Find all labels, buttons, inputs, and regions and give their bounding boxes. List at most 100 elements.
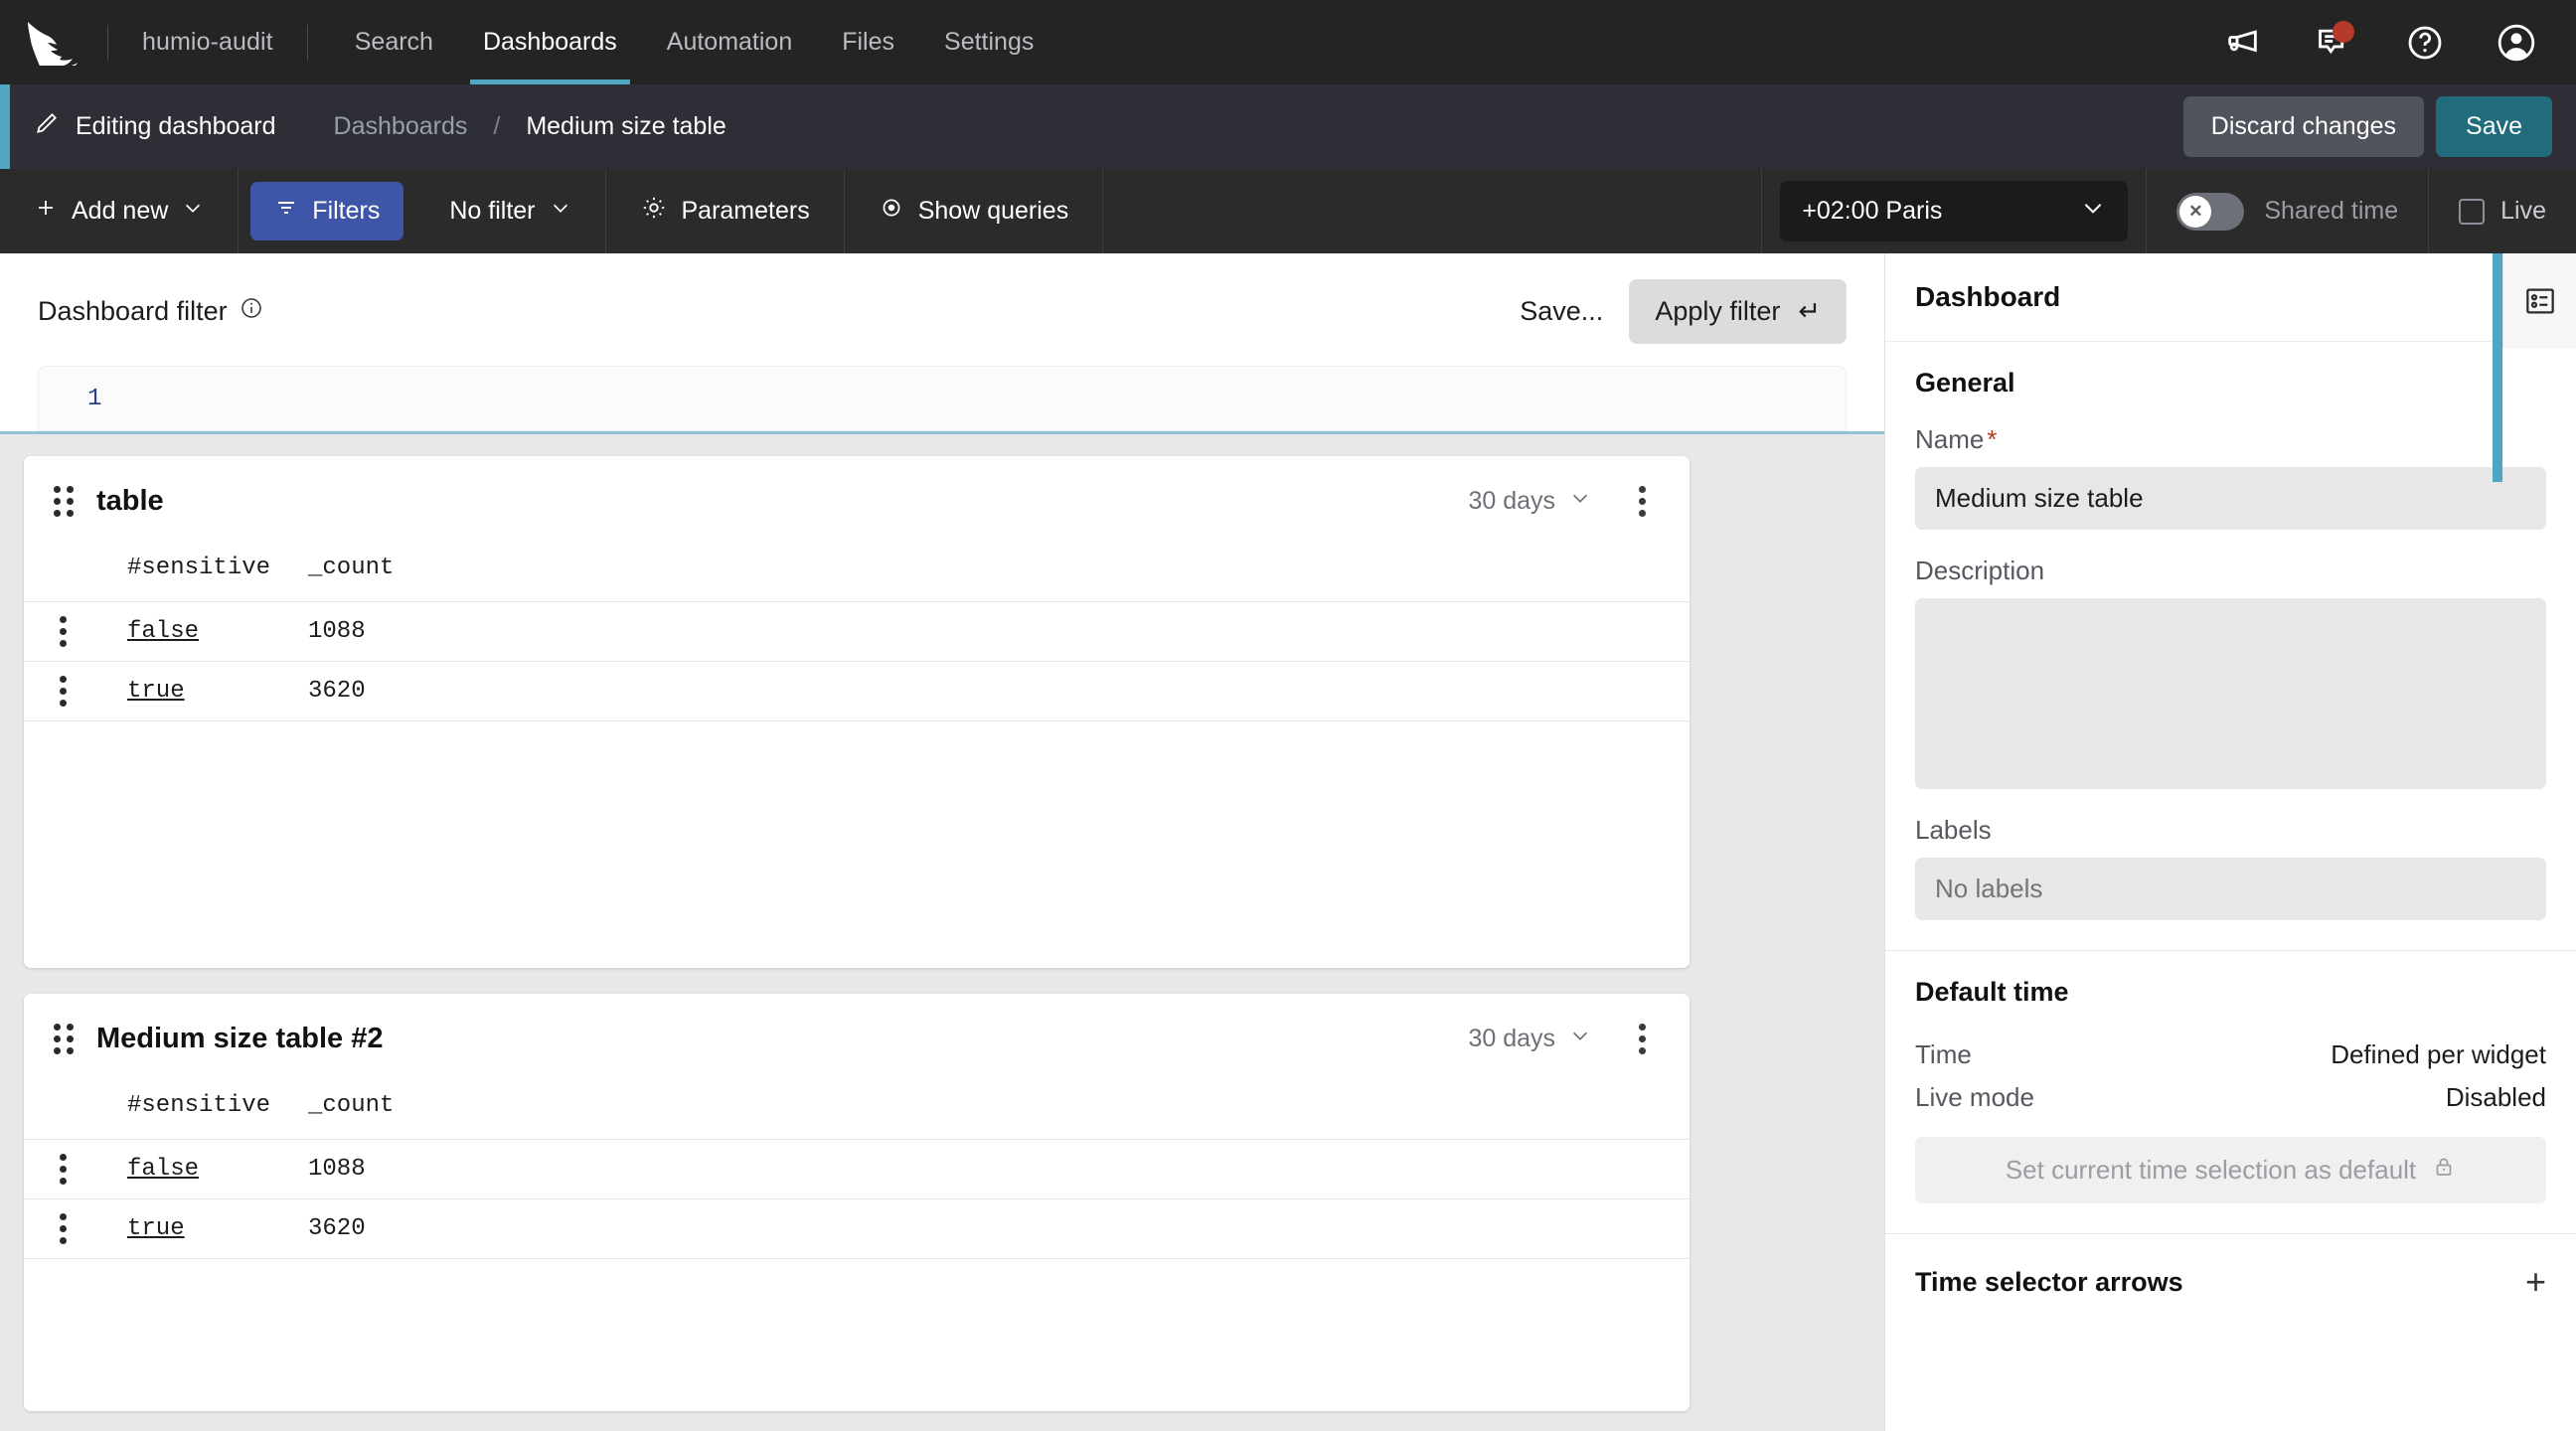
widget-menu-button[interactable] xyxy=(1631,482,1654,521)
widget-time-range-select[interactable]: 30 days xyxy=(1468,1025,1591,1053)
nav-item-search[interactable]: Search xyxy=(330,0,458,84)
show-queries-label: Show queries xyxy=(917,197,1069,225)
dashboard-description-input[interactable] xyxy=(1915,598,2546,789)
nav-item-settings[interactable]: Settings xyxy=(919,0,1058,84)
parameters-button[interactable]: Parameters xyxy=(606,169,845,253)
list-panel-icon[interactable] xyxy=(2502,253,2576,349)
row-cell-count: 3620 xyxy=(308,661,1690,721)
set-default-time-button[interactable]: Set current time selection as default xyxy=(1915,1137,2546,1203)
drag-handle-icon[interactable] xyxy=(54,486,75,517)
dashboard-name-input[interactable] xyxy=(1915,467,2546,530)
chevron-down-icon xyxy=(1569,1025,1591,1053)
breadcrumb-dashboards[interactable]: Dashboards xyxy=(334,112,468,141)
timezone-select[interactable]: +02:00 Paris xyxy=(1780,181,2129,241)
megaphone-icon[interactable] xyxy=(2220,21,2264,65)
table-header-menu xyxy=(24,1080,109,1140)
dashboard-filter-actions: Save... Apply filter ↵ xyxy=(1520,279,1847,344)
time-selector-arrows-section[interactable]: Time selector arrows + xyxy=(1885,1234,2576,1330)
timezone-group: +02:00 Paris xyxy=(1762,169,2148,253)
filter-selector[interactable]: No filter xyxy=(415,197,604,226)
widget-menu-button[interactable] xyxy=(1631,1020,1654,1058)
dashboard-filter-panel: Dashboard filter Save... Apply filter ↵ xyxy=(0,253,1884,434)
filter-query-editor[interactable]: 1 xyxy=(38,366,1847,431)
shared-time-toggle[interactable]: ✕ xyxy=(2176,192,2245,231)
cell-value-link[interactable]: true xyxy=(127,1215,185,1242)
editing-status-label: Editing dashboard xyxy=(76,112,276,140)
breadcrumb-current: Medium size table xyxy=(526,112,726,140)
dashboard-filter-title-group: Dashboard filter xyxy=(38,296,263,327)
falcon-logo[interactable] xyxy=(0,20,107,66)
row-menu-cell xyxy=(24,601,109,662)
cell-value-link[interactable]: true xyxy=(127,678,185,705)
table-row: false 1088 xyxy=(24,1139,1690,1199)
default-time-key: Time xyxy=(1915,1039,1972,1069)
required-asterisk: * xyxy=(1987,424,1998,454)
help-icon[interactable] xyxy=(2403,21,2447,65)
general-section-title: General xyxy=(1915,368,2015,398)
row-menu-button[interactable] xyxy=(60,1154,67,1185)
cell-value-link[interactable]: false xyxy=(127,1156,199,1183)
row-menu-button[interactable] xyxy=(60,616,67,647)
live-checkbox[interactable]: Live xyxy=(2429,169,2576,253)
widget-header-actions: 30 days xyxy=(1468,1020,1660,1058)
checkbox-box-icon xyxy=(2459,198,2486,225)
add-new-button[interactable]: Add new xyxy=(0,169,240,253)
default-time-row: Time Defined per widget xyxy=(1915,1034,2546,1076)
dashboard-labels-input[interactable] xyxy=(1915,858,2546,920)
parameters-label: Parameters xyxy=(681,197,810,225)
sidebar-default-time-section: Default time Time Defined per widget Liv… xyxy=(1885,951,2576,1234)
scrollbar-thumb[interactable] xyxy=(2493,253,2502,482)
table-header-count[interactable]: _count xyxy=(308,1080,1690,1140)
widget-medium-size-table-2: Medium size table #2 30 days #sensitive … xyxy=(24,994,1690,1411)
table-header-count[interactable]: _count xyxy=(308,543,1690,602)
row-cell-count: 3620 xyxy=(308,1198,1690,1259)
widget-header: Medium size table #2 30 days xyxy=(24,994,1690,1058)
feedback-icon[interactable] xyxy=(2312,20,2355,65)
add-time-selector-arrow-button[interactable]: + xyxy=(2525,1264,2546,1300)
edit-actions: Discard changes Save xyxy=(2182,96,2576,157)
info-icon[interactable] xyxy=(240,296,263,327)
row-menu-cell xyxy=(24,1198,109,1259)
filter-save-link[interactable]: Save... xyxy=(1520,296,1603,327)
shared-time-label: Shared time xyxy=(2264,197,2399,225)
filters-button[interactable]: Filters xyxy=(250,182,404,240)
row-cell-sensitive: false xyxy=(109,1139,308,1199)
time-selector-arrows-title: Time selector arrows xyxy=(1915,1266,2183,1297)
nav-actions xyxy=(2220,20,2576,65)
row-cell-sensitive: true xyxy=(109,661,308,721)
nav-item-automation[interactable]: Automation xyxy=(642,0,817,84)
description-field-label: Description xyxy=(1915,556,2045,585)
org-name[interactable]: humio-audit xyxy=(108,28,307,57)
default-time-section-title: Default time xyxy=(1915,977,2069,1007)
table-header-sensitive[interactable]: #sensitive xyxy=(109,543,308,602)
user-avatar-icon[interactable] xyxy=(2495,21,2538,65)
save-button[interactable]: Save xyxy=(2436,96,2552,157)
row-menu-button[interactable] xyxy=(60,1213,67,1244)
nav-item-files[interactable]: Files xyxy=(817,0,919,84)
table-row: true 3620 xyxy=(24,1198,1690,1259)
table-header-sensitive[interactable]: #sensitive xyxy=(109,1080,308,1140)
live-label: Live xyxy=(2500,197,2546,225)
show-queries-button[interactable]: Show queries xyxy=(845,169,1104,253)
lock-icon xyxy=(2432,1155,2456,1186)
page-body: Dashboard filter Save... Apply filter ↵ xyxy=(0,253,2576,1431)
widget-time-range-select[interactable]: 30 days xyxy=(1468,487,1591,516)
widget-time-range-label: 30 days xyxy=(1468,1025,1555,1052)
shared-time-group: ✕ Shared time xyxy=(2147,169,2430,253)
dashboard-settings-sidebar: Dashboard General Name * Description Lab… xyxy=(1884,253,2576,1431)
discard-changes-button[interactable]: Discard changes xyxy=(2182,96,2425,157)
table-header-menu xyxy=(24,543,109,602)
labels-field-label: Labels xyxy=(1915,815,1992,845)
sidebar-scrollbar[interactable] xyxy=(2493,253,2502,1431)
row-menu-button[interactable] xyxy=(60,676,67,707)
filter-icon xyxy=(274,196,298,227)
apply-filter-button[interactable]: Apply filter ↵ xyxy=(1629,279,1847,344)
drag-handle-icon[interactable] xyxy=(54,1024,75,1054)
sidebar-content: Dashboard General Name * Description Lab… xyxy=(1885,253,2576,1431)
cell-value-link[interactable]: false xyxy=(127,618,199,645)
dashboard-filter-header: Dashboard filter Save... Apply filter ↵ xyxy=(38,279,1847,344)
toolbar-spacer xyxy=(1103,169,1763,253)
nav-item-dashboards[interactable]: Dashboards xyxy=(458,0,642,84)
row-menu-cell xyxy=(24,661,109,721)
dashboard-toolbar: Add new Filters No filter Parameters Sho… xyxy=(0,169,2576,253)
